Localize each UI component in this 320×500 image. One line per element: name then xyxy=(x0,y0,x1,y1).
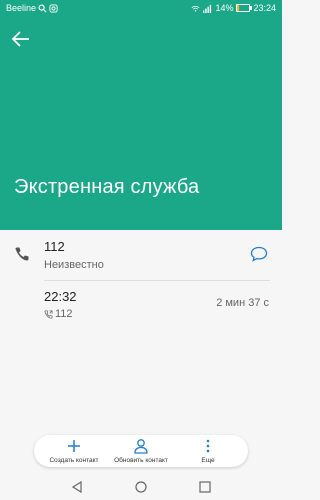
status-right: 14% 23:24 xyxy=(191,3,276,13)
outgoing-call-icon xyxy=(44,310,53,319)
person-icon xyxy=(134,439,148,454)
nav-home-icon[interactable] xyxy=(134,480,148,494)
battery-icon xyxy=(236,4,253,12)
call-time: 22:32 xyxy=(44,289,77,304)
call-duration: 2 мин 37 с xyxy=(216,297,269,309)
header: Beeline 14% 23:24 Экстренная служба xyxy=(0,0,282,230)
update-contact-button[interactable]: Обновить контакт xyxy=(105,438,177,464)
more-vertical-icon xyxy=(206,439,210,453)
status-left: Beeline xyxy=(6,3,58,13)
battery-percent: 14% xyxy=(215,3,234,13)
status-time: 23:24 xyxy=(253,3,276,13)
signal-icon xyxy=(203,4,212,13)
contact-card: 112 Неизвестно 22:32 112 2 мин 37 с xyxy=(0,230,282,340)
nav-recents-icon[interactable] xyxy=(198,480,212,494)
system-nav-bar xyxy=(0,474,282,500)
page-title: Экстренная служба xyxy=(14,176,200,198)
message-icon[interactable] xyxy=(250,246,268,262)
phone-icon xyxy=(15,247,29,261)
number-row[interactable]: 112 Неизвестно xyxy=(0,230,282,280)
more-button[interactable]: Еще xyxy=(172,438,244,464)
create-contact-button[interactable]: Создать контакт xyxy=(38,438,110,464)
status-bar: Beeline 14% 23:24 xyxy=(0,0,282,18)
number-label: Неизвестно xyxy=(44,259,104,271)
bottom-toolbar: Создать контакт Обновить контакт Еще xyxy=(34,435,248,467)
call-number: 112 xyxy=(55,308,73,320)
more-label: Еще xyxy=(201,457,215,464)
call-log-item: 22:32 112 2 мин 37 с xyxy=(0,281,282,336)
back-arrow-icon[interactable] xyxy=(10,28,32,50)
phone-number: 112 xyxy=(44,239,65,254)
search-icon xyxy=(38,3,47,13)
nav-back-icon[interactable] xyxy=(70,480,84,494)
instagram-icon xyxy=(49,3,58,13)
carrier-label: Beeline xyxy=(6,3,37,13)
wifi-icon xyxy=(191,5,200,11)
create-contact-label: Создать контакт xyxy=(49,457,99,464)
call-info: 112 xyxy=(44,308,73,320)
plus-icon xyxy=(68,440,80,452)
update-contact-label: Обновить контакт xyxy=(114,457,168,464)
